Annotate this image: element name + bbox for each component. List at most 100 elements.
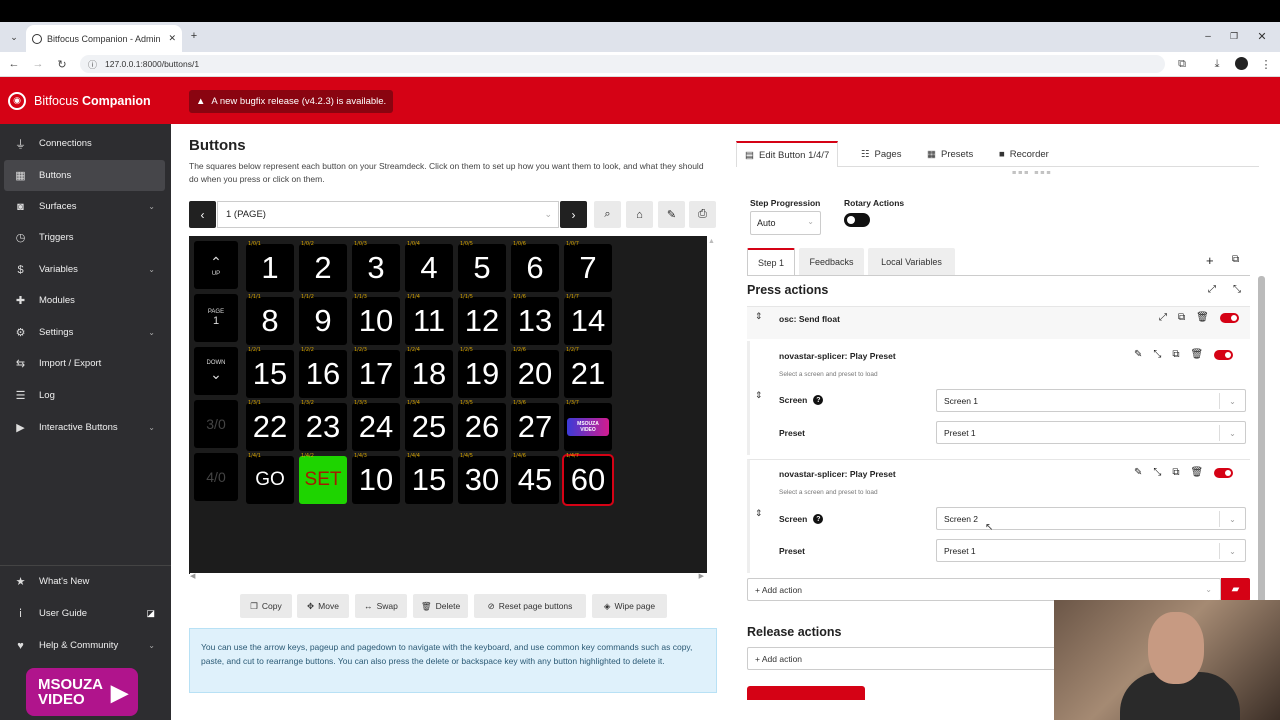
copy-button[interactable]: ❐ Copy <box>240 594 292 618</box>
action-enabled-toggle[interactable] <box>1214 350 1234 360</box>
grid-button[interactable]: 1/0/3 3 <box>352 241 400 292</box>
next-page-button[interactable]: › <box>560 201 587 228</box>
collapse-icon[interactable]: ⤡ <box>1153 349 1161 360</box>
add-step-icon[interactable]: + <box>1206 253 1214 268</box>
grid-button[interactable]: 1/0/6 6 <box>511 241 559 292</box>
grid-button-go[interactable]: 1/4/1 GO <box>246 453 294 504</box>
tab-feedbacks[interactable]: Feedbacks <box>799 248 864 275</box>
trash-icon[interactable]: 🗑 <box>1191 349 1204 360</box>
drag-handle-icon[interactable]: ⇕ <box>755 508 763 519</box>
preset-select[interactable]: Preset 1 ⌄ <box>936 539 1246 562</box>
grid-button[interactable]: 1/2/4 18 <box>405 347 453 398</box>
grid-horizontal-scrollbar[interactable]: ◀ ▶ <box>190 573 707 581</box>
help-icon[interactable]: ? <box>813 395 824 405</box>
export-page-button[interactable]: ⎙ <box>689 201 716 228</box>
tab-local-variables[interactable]: Local Variables <box>868 248 955 275</box>
grid-button[interactable]: 1/2/5 19 <box>458 347 506 398</box>
tab-step-1[interactable]: Step 1 <box>747 248 795 275</box>
edit-page-button[interactable]: ✎ <box>658 201 685 228</box>
new-tab-icon[interactable]: + <box>186 28 202 44</box>
help-icon[interactable]: ? <box>813 514 824 524</box>
download-icon[interactable]: ⤓ <box>1209 56 1225 72</box>
grid-button[interactable]: 1/3/2 23 <box>299 400 347 451</box>
screen-select[interactable]: Screen 1 ⌄ <box>936 389 1246 412</box>
trash-icon[interactable]: 🗑 <box>1196 312 1209 323</box>
grid-button[interactable]: 1/1/7 14 <box>564 294 612 345</box>
tab-edit-button[interactable]: ▤ Edit Button 1/4/7 <box>736 141 839 167</box>
profile-avatar[interactable] <box>1235 57 1248 70</box>
expand-all-icon[interactable]: ⤢ <box>1208 284 1216 295</box>
grid-button[interactable]: 1/0/7 7 <box>564 241 612 292</box>
add-action-select[interactable]: + Add action ⌄ <box>747 578 1221 601</box>
duplicate-icon[interactable]: ⧉ <box>1178 312 1185 323</box>
restore-icon[interactable]: ❐ <box>1226 28 1242 44</box>
swap-button[interactable]: ↔ Swap <box>355 594 407 618</box>
page-indicator[interactable]: PAGE 1 <box>194 294 238 342</box>
grid-button[interactable]: 1/3/4 25 <box>405 400 453 451</box>
grid-button[interactable]: 1/1/5 12 <box>458 294 506 345</box>
sidebar-item-user-guide[interactable]: ⅰ User Guide ◪ <box>0 598 171 629</box>
grid-button[interactable]: 1/0/1 1 <box>246 241 294 292</box>
scroll-left-icon[interactable]: ◀ <box>190 572 195 580</box>
trash-icon[interactable]: 🗑 <box>1191 467 1204 478</box>
sidebar-item-import-export[interactable]: ⇆ Import / Export <box>0 348 171 379</box>
screen-select[interactable]: Screen 2 ⌄ <box>936 507 1246 530</box>
home-button[interactable]: ⌂ <box>626 201 653 228</box>
sidebar-item-modules[interactable]: ✚ Modules <box>0 285 171 316</box>
add-step-button[interactable] <box>747 686 865 700</box>
page-select[interactable]: 1 (PAGE) ⌄ <box>217 201 559 228</box>
site-info-icon[interactable]: ⓘ <box>88 58 97 71</box>
sidebar-item-log[interactable]: ☰ Log <box>0 380 171 411</box>
drag-handle-icon[interactable]: ⇕ <box>755 311 763 322</box>
sidebar-item-variables[interactable]: $ Variables ⌄ <box>0 254 171 285</box>
action-enabled-toggle[interactable] <box>1214 468 1234 478</box>
grid-button[interactable]: 1/3/6 27 <box>511 400 559 451</box>
tab-recorder[interactable]: ■ Recorder <box>991 141 1057 167</box>
grid-cell-empty[interactable]: 3/0 <box>194 400 238 448</box>
grid-button[interactable]: 1/2/2 16 <box>299 347 347 398</box>
update-notice[interactable]: ▲ A new bugfix release (v4.2.3) is avail… <box>189 90 394 113</box>
scroll-right-icon[interactable]: ▶ <box>699 572 704 580</box>
preset-select[interactable]: Preset 1 ⌄ <box>936 421 1246 444</box>
grid-button[interactable]: 1/1/3 10 <box>352 294 400 345</box>
browser-menu-icon[interactable]: ⋮ <box>1258 56 1274 72</box>
grid-button[interactable]: 1/2/6 20 <box>511 347 559 398</box>
grid-button[interactable]: 1/4/6 45 <box>511 453 559 504</box>
page-down-button[interactable]: DOWN ⌄ <box>194 347 238 395</box>
pencil-icon[interactable]: ✎ <box>1134 349 1142 360</box>
sidebar-item-buttons[interactable]: ▦ Buttons <box>4 160 165 191</box>
app-logo[interactable]: ◉ Bitfocus Companion <box>8 77 151 124</box>
grid-cell-empty[interactable]: 4/0 <box>194 453 238 501</box>
minimize-icon[interactable]: – <box>1200 28 1216 44</box>
grid-button-logo[interactable]: 1/3/7 MSOUZA VIDEO <box>564 400 612 451</box>
grid-button-set[interactable]: 1/4/2 SET <box>299 453 347 504</box>
grid-button[interactable]: 1/3/5 26 <box>458 400 506 451</box>
step-progression-select[interactable]: Auto ⌄ <box>750 211 821 235</box>
tab-presets[interactable]: ▦ Presets <box>919 141 981 167</box>
sidebar-item-settings[interactable]: ⚙ Settings ⌄ <box>0 317 171 348</box>
sidebar-item-whats-new[interactable]: ★ What's New <box>0 566 171 597</box>
page-up-button[interactable]: ⌃ UP <box>194 241 238 289</box>
grid-button[interactable]: 1/1/4 11 <box>405 294 453 345</box>
forward-icon[interactable]: → <box>30 56 46 72</box>
grid-button[interactable]: 1/2/1 15 <box>246 347 294 398</box>
grid-button[interactable]: 1/2/3 17 <box>352 347 400 398</box>
collapse-icon[interactable]: ⤡ <box>1153 467 1161 478</box>
move-button[interactable]: ✥ Move <box>297 594 349 618</box>
sidebar-item-help[interactable]: ♥ Help & Community ⌄ <box>0 630 171 661</box>
grid-button[interactable]: 1/3/3 24 <box>352 400 400 451</box>
grid-button[interactable]: 1/2/7 21 <box>564 347 612 398</box>
tab-search-icon[interactable]: ⌄ <box>6 29 22 45</box>
grid-button[interactable]: 1/4/4 15 <box>405 453 453 504</box>
grid-button[interactable]: 1/1/2 9 <box>299 294 347 345</box>
duplicate-step-icon[interactable]: ⧉ <box>1232 254 1239 265</box>
drag-handle-icon[interactable]: ⇕ <box>755 390 763 401</box>
grid-button[interactable]: 1/4/5 30 <box>458 453 506 504</box>
reload-icon[interactable]: ↻ <box>54 56 70 72</box>
align-icons[interactable]: ≡≡≡ ≡≡≡ <box>1012 170 1052 177</box>
grid-scroll-up-icon[interactable]: ▲ <box>708 238 715 245</box>
delete-button[interactable]: 🗑 Delete <box>413 594 468 618</box>
browser-tab[interactable]: Bitfocus Companion - Admin ✕ <box>26 25 182 52</box>
duplicate-icon[interactable]: ⧉ <box>1172 349 1179 360</box>
rotary-actions-toggle[interactable] <box>844 213 870 227</box>
